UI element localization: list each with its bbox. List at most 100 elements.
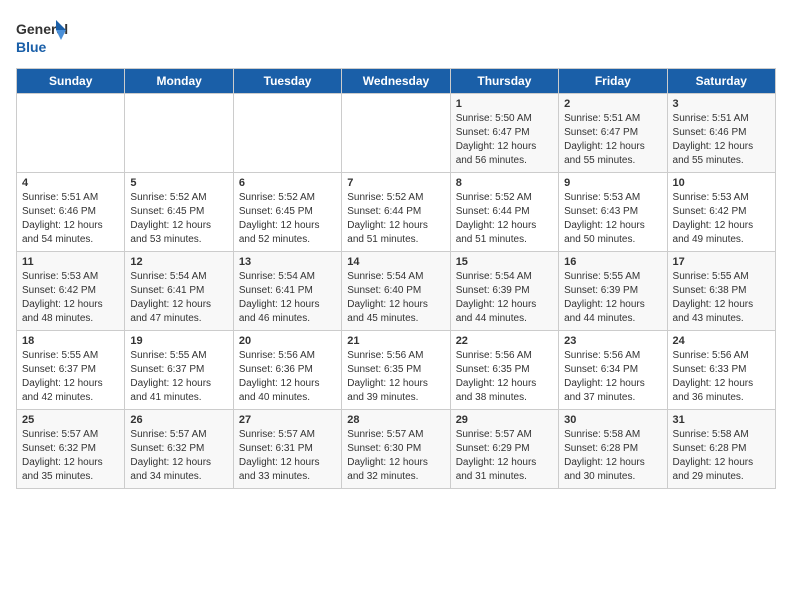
logo-svg: GeneralBlue <box>16 16 68 60</box>
logo: GeneralBlue <box>16 16 68 60</box>
day-cell: 11 Sunrise: 5:53 AM Sunset: 6:42 PM Dayli… <box>17 252 125 331</box>
day-number: 28 <box>347 414 444 426</box>
day-number: 23 <box>564 335 661 347</box>
day-info: Sunrise: 5:55 AM Sunset: 6:38 PM Dayligh… <box>673 270 770 326</box>
day-cell: 21Sunrise: 5:56 AM Sunset: 6:35 PM Dayli… <box>342 331 450 410</box>
week-row-1: 1 Sunrise: 5:50 AM Sunset: 6:47 PM Daylig… <box>17 94 776 173</box>
day-info: Sunrise: 5:56 AM Sunset: 6:35 PM Dayligh… <box>456 349 553 405</box>
day-number: 25 <box>22 414 119 426</box>
weekday-header-sunday: Sunday <box>17 69 125 94</box>
day-number: 11 <box>22 256 119 268</box>
day-info: Sunrise: 5:57 AM Sunset: 6:31 PM Dayligh… <box>239 428 336 484</box>
day-cell: 27Sunrise: 5:57 AM Sunset: 6:31 PM Dayli… <box>233 410 341 489</box>
weekday-header-thursday: Thursday <box>450 69 558 94</box>
day-cell: 26Sunrise: 5:57 AM Sunset: 6:32 PM Dayli… <box>125 410 233 489</box>
day-info: Sunrise: 5:52 AM Sunset: 6:44 PM Dayligh… <box>456 191 553 247</box>
day-info: Sunrise: 5:52 AM Sunset: 6:44 PM Dayligh… <box>347 191 444 247</box>
day-info: Sunrise: 5:50 AM Sunset: 6:47 PM Dayligh… <box>456 112 553 168</box>
day-number: 3 <box>673 98 770 110</box>
week-row-5: 25 Sunrise: 5:57 AM Sunset: 6:32 PM Dayli… <box>17 410 776 489</box>
day-number: 30 <box>564 414 661 426</box>
day-info: Sunrise: 5:55 AM Sunset: 6:37 PM Dayligh… <box>22 349 119 405</box>
day-number: 22 <box>456 335 553 347</box>
day-info: Sunrise: 5:57 AM Sunset: 6:30 PM Dayligh… <box>347 428 444 484</box>
day-number: 17 <box>673 256 770 268</box>
day-cell: 4 Sunrise: 5:51 AM Sunset: 6:46 PM Daylig… <box>17 173 125 252</box>
day-cell: 13Sunrise: 5:54 AM Sunset: 6:41 PM Dayli… <box>233 252 341 331</box>
day-number: 16 <box>564 256 661 268</box>
weekday-header-wednesday: Wednesday <box>342 69 450 94</box>
day-info: Sunrise: 5:53 AM Sunset: 6:42 PM Dayligh… <box>22 270 119 326</box>
day-number: 4 <box>22 177 119 189</box>
day-cell: 12 Sunrise: 5:54 AM Sunset: 6:41 PM Dayli… <box>125 252 233 331</box>
day-cell: 9 Sunrise: 5:53 AM Sunset: 6:43 PM Daylig… <box>559 173 667 252</box>
day-info: Sunrise: 5:57 AM Sunset: 6:29 PM Dayligh… <box>456 428 553 484</box>
weekday-row: SundayMondayTuesdayWednesdayThursdayFrid… <box>17 69 776 94</box>
day-cell: 30 Sunrise: 5:58 AM Sunset: 6:28 PM Dayli… <box>559 410 667 489</box>
day-cell <box>233 94 341 173</box>
day-number: 5 <box>130 177 227 189</box>
day-cell <box>125 94 233 173</box>
day-number: 18 <box>22 335 119 347</box>
day-info: Sunrise: 5:58 AM Sunset: 6:28 PM Dayligh… <box>673 428 770 484</box>
day-cell: 20 Sunrise: 5:56 AM Sunset: 6:36 PM Dayli… <box>233 331 341 410</box>
day-info: Sunrise: 5:56 AM Sunset: 6:33 PM Dayligh… <box>673 349 770 405</box>
day-number: 1 <box>456 98 553 110</box>
day-cell: 14 Sunrise: 5:54 AM Sunset: 6:40 PM Dayli… <box>342 252 450 331</box>
day-cell: 7 Sunrise: 5:52 AM Sunset: 6:44 PM Daylig… <box>342 173 450 252</box>
day-cell: 22 Sunrise: 5:56 AM Sunset: 6:35 PM Dayli… <box>450 331 558 410</box>
weekday-header-friday: Friday <box>559 69 667 94</box>
day-cell: 19 Sunrise: 5:55 AM Sunset: 6:37 PM Dayli… <box>125 331 233 410</box>
day-number: 20 <box>239 335 336 347</box>
day-number: 12 <box>130 256 227 268</box>
day-cell: 15Sunrise: 5:54 AM Sunset: 6:39 PM Dayli… <box>450 252 558 331</box>
day-number: 2 <box>564 98 661 110</box>
day-info: Sunrise: 5:52 AM Sunset: 6:45 PM Dayligh… <box>239 191 336 247</box>
week-row-3: 11 Sunrise: 5:53 AM Sunset: 6:42 PM Dayli… <box>17 252 776 331</box>
calendar-body: 1 Sunrise: 5:50 AM Sunset: 6:47 PM Daylig… <box>17 94 776 489</box>
calendar-table: SundayMondayTuesdayWednesdayThursdayFrid… <box>16 68 776 489</box>
weekday-header-monday: Monday <box>125 69 233 94</box>
day-cell: 24Sunrise: 5:56 AM Sunset: 6:33 PM Dayli… <box>667 331 775 410</box>
week-row-2: 4 Sunrise: 5:51 AM Sunset: 6:46 PM Daylig… <box>17 173 776 252</box>
day-cell: 1 Sunrise: 5:50 AM Sunset: 6:47 PM Daylig… <box>450 94 558 173</box>
day-cell: 10 Sunrise: 5:53 AM Sunset: 6:42 PM Dayli… <box>667 173 775 252</box>
day-info: Sunrise: 5:55 AM Sunset: 6:39 PM Dayligh… <box>564 270 661 326</box>
page-header: GeneralBlue <box>16 16 776 60</box>
day-info: Sunrise: 5:56 AM Sunset: 6:34 PM Dayligh… <box>564 349 661 405</box>
day-cell: 3Sunrise: 5:51 AM Sunset: 6:46 PM Daylig… <box>667 94 775 173</box>
week-row-4: 18 Sunrise: 5:55 AM Sunset: 6:37 PM Dayli… <box>17 331 776 410</box>
day-info: Sunrise: 5:53 AM Sunset: 6:42 PM Dayligh… <box>673 191 770 247</box>
day-info: Sunrise: 5:58 AM Sunset: 6:28 PM Dayligh… <box>564 428 661 484</box>
day-cell: 17 Sunrise: 5:55 AM Sunset: 6:38 PM Dayli… <box>667 252 775 331</box>
day-info: Sunrise: 5:54 AM Sunset: 6:41 PM Dayligh… <box>130 270 227 326</box>
day-cell: 6 Sunrise: 5:52 AM Sunset: 6:45 PM Daylig… <box>233 173 341 252</box>
day-number: 19 <box>130 335 227 347</box>
day-info: Sunrise: 5:54 AM Sunset: 6:40 PM Dayligh… <box>347 270 444 326</box>
day-cell <box>342 94 450 173</box>
day-number: 10 <box>673 177 770 189</box>
day-number: 8 <box>456 177 553 189</box>
day-number: 7 <box>347 177 444 189</box>
day-number: 29 <box>456 414 553 426</box>
day-cell: 5 Sunrise: 5:52 AM Sunset: 6:45 PM Daylig… <box>125 173 233 252</box>
day-number: 26 <box>130 414 227 426</box>
day-cell: 28 Sunrise: 5:57 AM Sunset: 6:30 PM Dayli… <box>342 410 450 489</box>
day-info: Sunrise: 5:55 AM Sunset: 6:37 PM Dayligh… <box>130 349 227 405</box>
day-info: Sunrise: 5:52 AM Sunset: 6:45 PM Dayligh… <box>130 191 227 247</box>
day-number: 6 <box>239 177 336 189</box>
day-number: 9 <box>564 177 661 189</box>
day-cell: 2Sunrise: 5:51 AM Sunset: 6:47 PM Daylig… <box>559 94 667 173</box>
day-info: Sunrise: 5:56 AM Sunset: 6:36 PM Dayligh… <box>239 349 336 405</box>
day-info: Sunrise: 5:53 AM Sunset: 6:43 PM Dayligh… <box>564 191 661 247</box>
day-cell: 16 Sunrise: 5:55 AM Sunset: 6:39 PM Dayli… <box>559 252 667 331</box>
day-cell: 25 Sunrise: 5:57 AM Sunset: 6:32 PM Dayli… <box>17 410 125 489</box>
weekday-header-tuesday: Tuesday <box>233 69 341 94</box>
day-info: Sunrise: 5:57 AM Sunset: 6:32 PM Dayligh… <box>22 428 119 484</box>
day-info: Sunrise: 5:51 AM Sunset: 6:46 PM Dayligh… <box>22 191 119 247</box>
day-number: 14 <box>347 256 444 268</box>
day-number: 13 <box>239 256 336 268</box>
svg-text:Blue: Blue <box>16 39 47 55</box>
day-number: 31 <box>673 414 770 426</box>
day-cell: 8 Sunrise: 5:52 AM Sunset: 6:44 PM Daylig… <box>450 173 558 252</box>
